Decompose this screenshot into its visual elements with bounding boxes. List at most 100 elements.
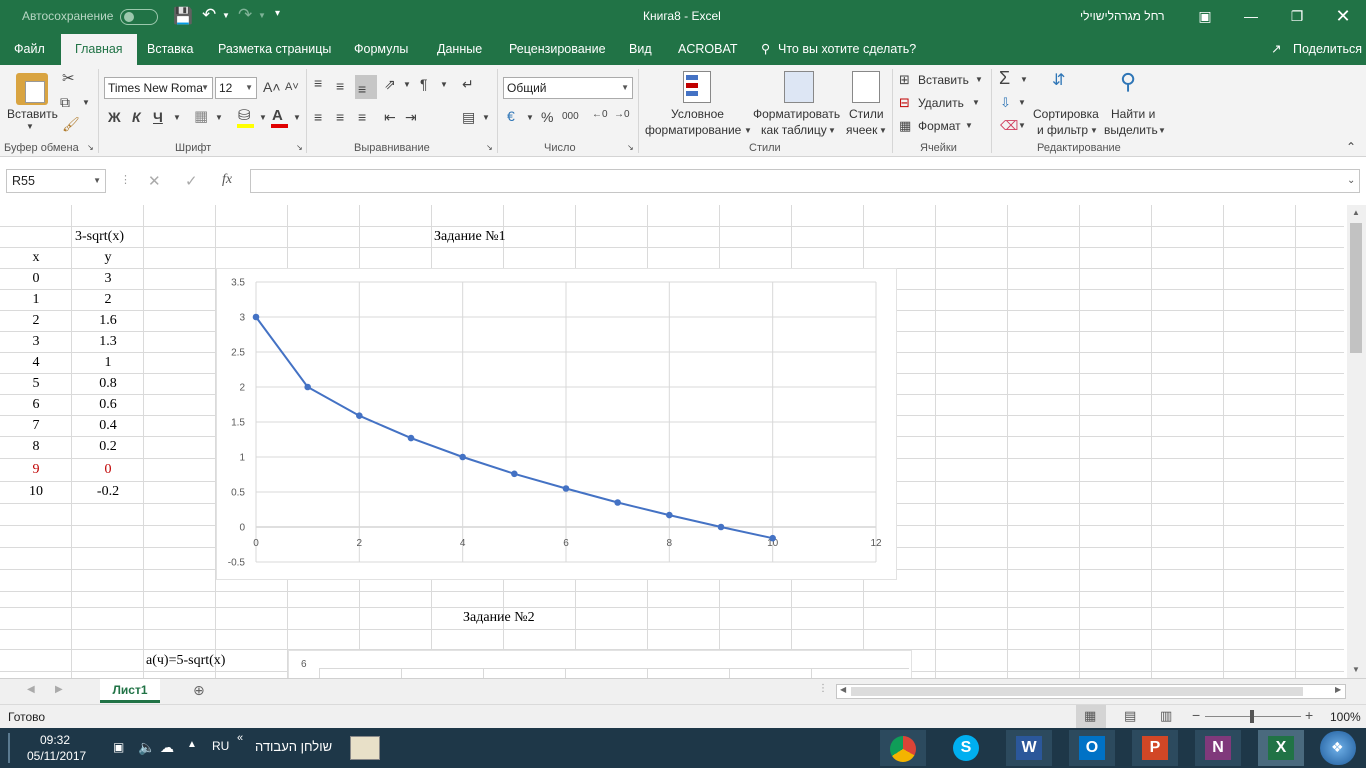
scroll-up-icon[interactable]: ▲ xyxy=(1352,208,1360,217)
sort-filter-label-2[interactable]: и фильтр xyxy=(1037,123,1088,137)
scroll-down-icon[interactable]: ▼ xyxy=(1352,665,1360,674)
redo-icon[interactable]: ↷ xyxy=(238,5,252,25)
y-value-cell[interactable]: 2 xyxy=(72,292,144,308)
format-as-table-label-2[interactable]: как таблицу xyxy=(761,123,827,137)
scroll-left-icon[interactable]: ◀ xyxy=(840,685,846,694)
clock-time[interactable]: 09:32 xyxy=(40,733,70,747)
cell-styles-icon[interactable] xyxy=(852,71,880,103)
x-value-cell[interactable]: 6 xyxy=(0,397,72,413)
vertical-scroll-thumb[interactable] xyxy=(1350,223,1362,353)
taskbar-onenote[interactable]: N xyxy=(1195,730,1241,766)
collapse-ribbon-icon[interactable]: ⌃ xyxy=(1346,141,1356,153)
underline-dropdown-icon[interactable]: ▼ xyxy=(173,114,181,122)
currency-dropdown-icon[interactable]: ▼ xyxy=(526,114,534,122)
cancel-entry-icon[interactable]: ✕ xyxy=(148,172,161,190)
format-as-table-label-1[interactable]: Форматировать xyxy=(753,107,840,121)
name-box[interactable]: R55 ▼ xyxy=(6,169,106,193)
y-value-cell[interactable]: 1.3 xyxy=(72,334,144,350)
task2-formula-cell[interactable]: a(ч)=5-sqrt(x) xyxy=(146,653,225,669)
share-icon[interactable]: ↗ xyxy=(1271,34,1281,65)
confirm-entry-icon[interactable]: ✓ xyxy=(185,172,198,190)
x-value-cell[interactable]: 7 xyxy=(0,418,72,434)
alignment-launcher-icon[interactable]: ↘ xyxy=(486,144,493,152)
page-layout-view-icon[interactable]: ▤ xyxy=(1124,708,1136,724)
find-select-dropdown-icon[interactable]: ▼ xyxy=(1158,127,1166,135)
number-launcher-icon[interactable]: ↘ xyxy=(627,144,634,152)
name-box-dropdown-icon[interactable]: ▼ xyxy=(93,170,101,192)
format-cells-dropdown-icon[interactable]: ▼ xyxy=(965,122,973,130)
minimize-icon[interactable]: — xyxy=(1228,0,1274,32)
tab-view[interactable]: Вид xyxy=(629,34,652,65)
y-value-cell[interactable]: 0.2 xyxy=(72,439,144,455)
tab-home[interactable]: Главная xyxy=(61,34,137,65)
decrease-font-icon[interactable]: A˅ xyxy=(285,82,299,93)
customize-toolbar-icon[interactable]: ▾ xyxy=(275,8,280,19)
y-value-cell[interactable]: 0.4 xyxy=(72,418,144,434)
y-value-cell[interactable]: 1 xyxy=(72,355,144,371)
x-value-cell[interactable]: 10 xyxy=(0,484,72,500)
bold-button[interactable]: Ж xyxy=(108,110,121,124)
cell-styles-label-2[interactable]: ячеек xyxy=(846,123,877,137)
add-sheet-icon[interactable]: ⊕ xyxy=(193,682,205,699)
format-as-table-icon[interactable] xyxy=(784,71,814,103)
fill-color-icon[interactable]: ⛁ xyxy=(238,108,251,123)
conditional-formatting-label-2[interactable]: форматирование xyxy=(645,123,741,137)
zoom-slider-thumb[interactable] xyxy=(1250,710,1254,723)
x-value-cell-highlighted[interactable]: 9 xyxy=(0,462,72,478)
sort-filter-icon[interactable]: ⇵ xyxy=(1052,73,1065,89)
user-name[interactable]: רחל מגרהלישוילי xyxy=(1080,9,1165,23)
merge-icon[interactable]: ▤ xyxy=(462,110,475,124)
chart-task1[interactable]: 3.5 3 2.5 2 1.5 1 0.5 0 -0.5 0 2 4 6 8 10 12 xyxy=(216,268,897,580)
tell-me-search[interactable]: Что вы хотите сделать? xyxy=(778,34,916,65)
align-top-icon[interactable]: ≡ xyxy=(314,76,322,90)
taskbar-skype[interactable]: S xyxy=(943,730,989,766)
paste-dropdown-icon[interactable]: ▼ xyxy=(26,123,34,131)
horizontal-scrollbar[interactable]: ◀ ▶ xyxy=(836,684,1346,699)
insert-cells-dropdown-icon[interactable]: ▼ xyxy=(975,76,983,84)
onedrive-icon[interactable]: ☁ xyxy=(160,739,174,756)
sort-filter-label-1[interactable]: Сортировка xyxy=(1033,107,1099,121)
page-break-view-icon[interactable]: ▥ xyxy=(1160,708,1172,724)
column-y-header[interactable]: y xyxy=(72,250,144,266)
rtl-dropdown-icon[interactable]: ▼ xyxy=(440,81,448,89)
font-color-icon[interactable]: A xyxy=(272,108,283,123)
x-value-cell[interactable]: 1 xyxy=(0,292,72,308)
taskbar-chrome[interactable] xyxy=(880,730,926,766)
italic-button[interactable]: К xyxy=(132,110,141,124)
increase-decimal-icon[interactable]: ←0 xyxy=(592,110,608,120)
delete-cells-button[interactable]: Удалить xyxy=(918,96,964,110)
currency-icon[interactable]: € xyxy=(507,109,515,123)
align-bottom-button[interactable]: ≡ xyxy=(355,75,377,99)
taskbar-powerpoint[interactable]: P xyxy=(1132,730,1178,766)
start-button[interactable]: ❖ xyxy=(1320,731,1356,765)
increase-indent-icon[interactable]: ⇥ xyxy=(405,110,417,124)
worksheet-grid[interactable]: 3-sqrt(x) x y 0 3 1 2 2 1.6 3 1.3 4 1 5 … xyxy=(0,205,1344,678)
normal-view-button[interactable]: ▦ xyxy=(1076,705,1106,728)
decrease-decimal-icon[interactable]: →0 xyxy=(614,110,630,120)
autosum-dropdown-icon[interactable]: ▼ xyxy=(1020,76,1028,84)
desktop-toolbar-chevron-icon[interactable]: « xyxy=(237,732,243,744)
y-value-cell[interactable]: 3 xyxy=(72,271,144,287)
taskbar-excel[interactable]: X xyxy=(1258,730,1304,766)
formula-input[interactable] xyxy=(250,169,1360,193)
align-left-icon[interactable]: ≡ xyxy=(314,110,322,124)
delete-cells-icon[interactable]: ⊟ xyxy=(899,96,910,109)
format-as-table-dropdown-icon[interactable]: ▼ xyxy=(828,127,836,135)
clock-date[interactable]: 05/11/2017 xyxy=(27,749,86,763)
undo-icon[interactable]: ↶ xyxy=(202,5,216,25)
tab-data[interactable]: Данные xyxy=(437,34,482,65)
chart-task2[interactable]: 6 xyxy=(288,650,912,678)
y-value-cell[interactable]: 1.6 xyxy=(72,313,144,329)
find-select-label-2[interactable]: выделить xyxy=(1104,123,1158,137)
y-value-cell[interactable]: 0.8 xyxy=(72,376,144,392)
fill-icon[interactable]: ⇩ xyxy=(1000,96,1011,109)
close-icon[interactable]: ✕ xyxy=(1320,0,1366,32)
clear-dropdown-icon[interactable]: ▼ xyxy=(1018,122,1026,130)
autosave-toggle[interactable] xyxy=(120,9,158,25)
undo-dropdown-icon[interactable]: ▼ xyxy=(222,11,230,20)
signal-icon[interactable]: ▣ xyxy=(113,740,124,754)
volume-icon[interactable]: 🔈 xyxy=(138,739,155,756)
font-color-dropdown-icon[interactable]: ▼ xyxy=(293,114,301,122)
insert-function-icon[interactable]: fx xyxy=(222,172,232,188)
align-middle-icon[interactable]: ≡ xyxy=(336,79,344,93)
